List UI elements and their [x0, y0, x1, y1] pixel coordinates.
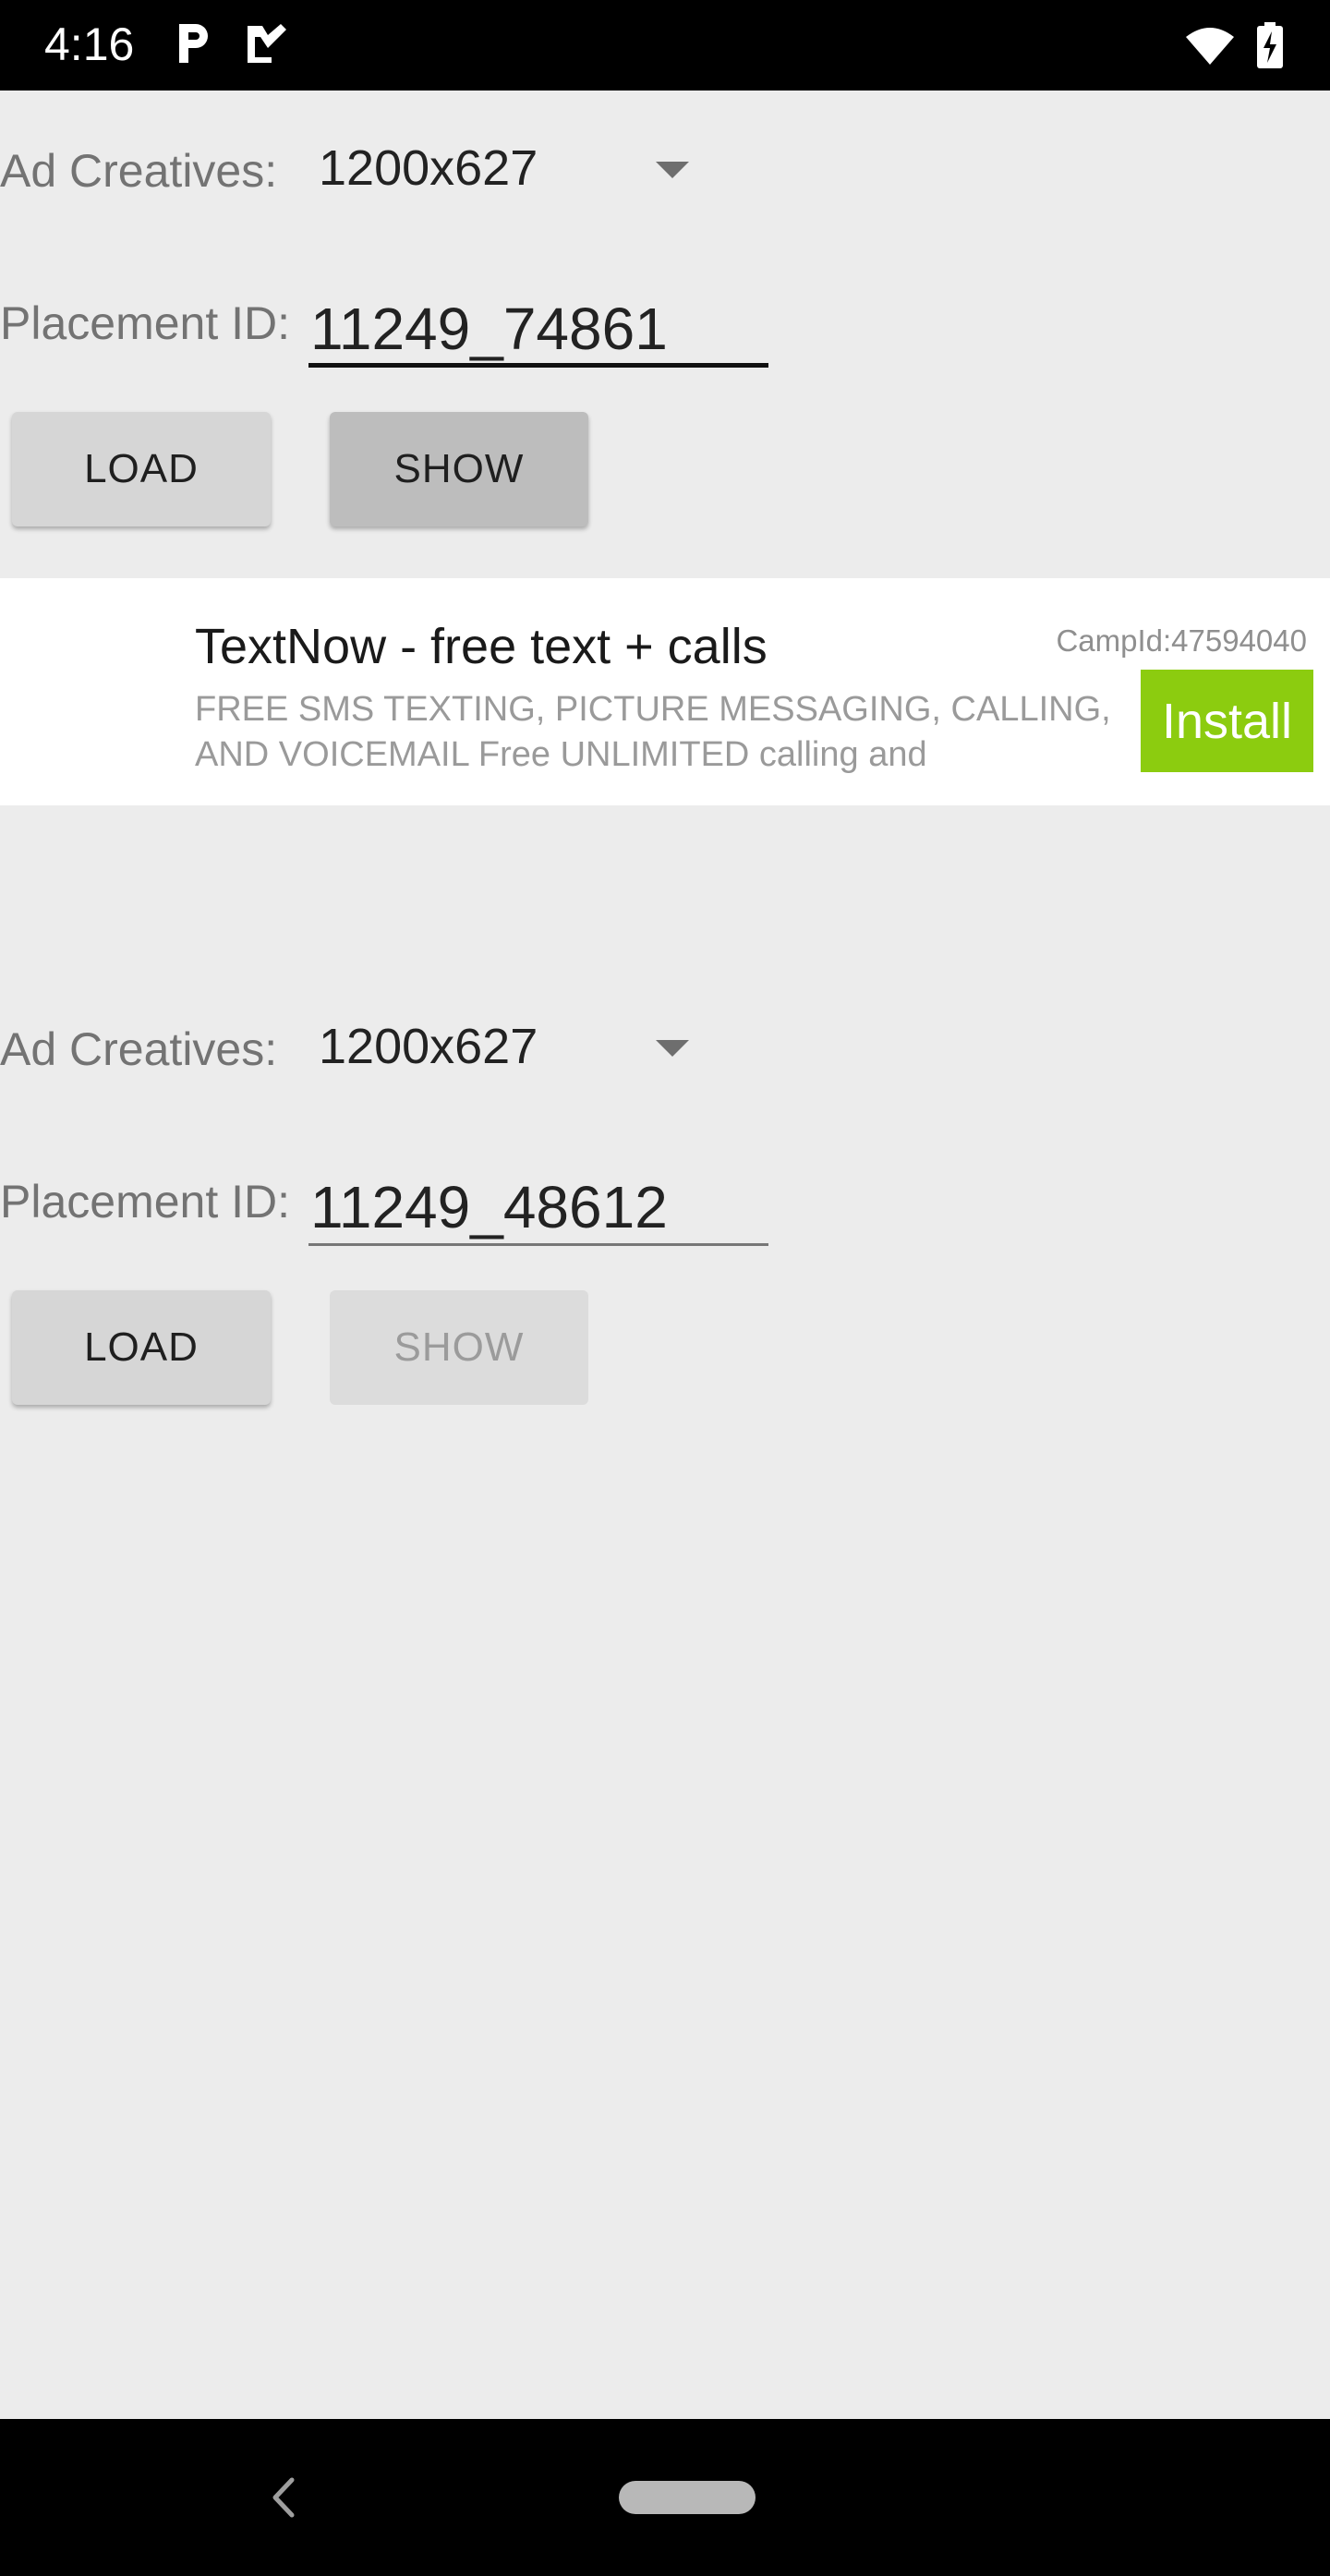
ad-title: TextNow - free text + calls — [195, 619, 768, 674]
placement-id-input[interactable]: 11249_48612 — [308, 1172, 768, 1246]
placement-id-value: 11249_48612 — [310, 1174, 668, 1240]
placement-id-input[interactable]: 11249_74861 — [308, 294, 768, 368]
back-icon[interactable] — [268, 2476, 301, 2523]
wifi-icon — [1184, 26, 1236, 71]
placement-id-label: Placement ID: — [0, 297, 291, 349]
ad-creatives-label: Ad Creatives: — [0, 1023, 278, 1075]
status-time: 4:16 — [44, 18, 135, 70]
ad-description: FREE SMS TEXTING, PICTURE MESSAGING, CAL… — [195, 690, 1111, 774]
load-button[interactable]: LOAD — [12, 1290, 271, 1405]
native-ad-banner[interactable]: TextNow - free text + calls CampId:47594… — [0, 578, 1330, 805]
ad-creatives-value: 1200x627 — [319, 140, 538, 196]
ad-campaign-id: CampId:47594040 — [1056, 623, 1307, 658]
checkmark-app-icon — [244, 20, 288, 71]
status-bar: 4:16 — [0, 0, 1330, 91]
input-underline — [308, 1243, 768, 1246]
install-button[interactable]: Install — [1141, 670, 1313, 772]
dropdown-arrow-icon — [656, 1040, 689, 1057]
input-underline — [308, 363, 768, 368]
load-button[interactable]: LOAD — [12, 412, 271, 526]
show-button-disabled[interactable]: SHOW — [330, 1290, 588, 1405]
show-button[interactable]: SHOW — [330, 412, 588, 526]
dropdown-arrow-icon — [656, 162, 689, 178]
placement-id-value: 11249_74861 — [310, 296, 668, 362]
ad-creatives-value: 1200x627 — [319, 1019, 538, 1074]
ad-creatives-label: Ad Creatives: — [0, 145, 278, 197]
home-pill-icon[interactable] — [619, 2481, 756, 2514]
placement-id-label: Placement ID: — [0, 1176, 291, 1228]
p-app-icon — [174, 20, 212, 71]
navigation-bar — [0, 2419, 1330, 2576]
battery-charging-icon — [1256, 22, 1284, 73]
